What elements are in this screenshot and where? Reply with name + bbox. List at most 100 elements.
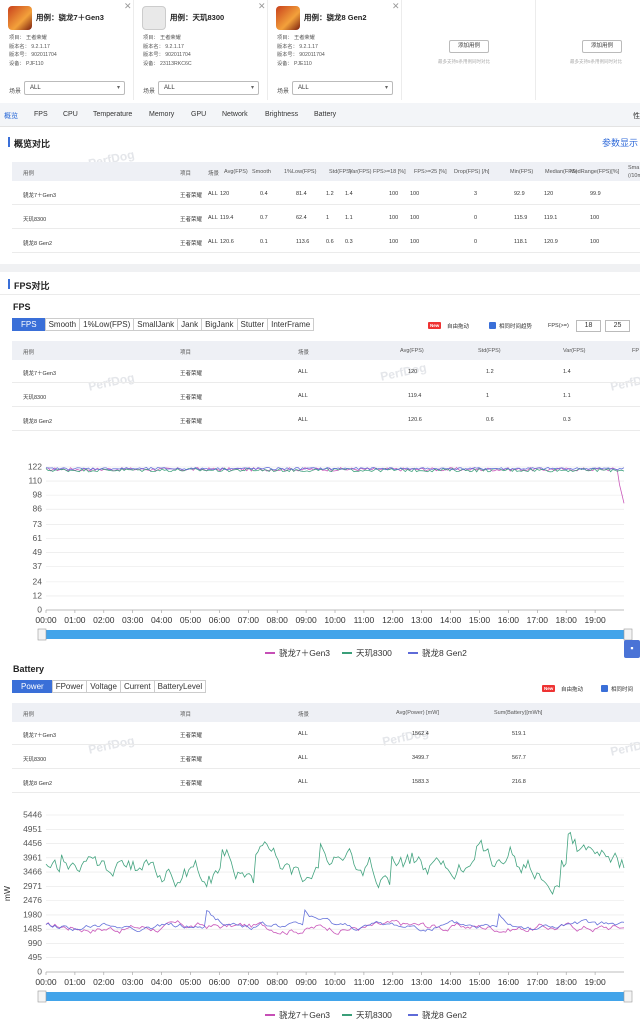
subtab-jank[interactable]: Jank: [177, 318, 203, 331]
tab-memory[interactable]: Memory: [149, 111, 174, 118]
y-tick-label: 61: [33, 533, 43, 543]
range-slider-track: [40, 630, 630, 639]
tab-more[interactable]: 性: [633, 111, 640, 121]
same-time-checkbox[interactable]: [601, 685, 608, 692]
overview-cell: 100: [590, 239, 600, 245]
subtab-1-low-fps-[interactable]: 1%Low(FPS): [79, 318, 135, 331]
fps-cell: 0.3: [563, 417, 571, 423]
subtab-bigjank[interactable]: BigJank: [201, 318, 238, 331]
fps-cell: 王者荣耀: [180, 395, 203, 401]
subtab-voltage[interactable]: Voltage: [86, 680, 121, 693]
overview-cell: 120: [544, 191, 554, 197]
free-drag-toggle[interactable]: 自由拖动: [447, 322, 469, 330]
overview-cell: 王者荣耀: [180, 217, 203, 223]
overview-header-cell: 项目: [180, 171, 192, 177]
subtab-current[interactable]: Current: [119, 680, 155, 693]
overview-header-cell: Min(FPS): [510, 169, 534, 175]
y-tick-label: 3466: [23, 867, 42, 877]
x-tick-label: 00:00: [35, 615, 57, 625]
tab-fps[interactable]: FPS: [34, 111, 48, 118]
fps-table-header: [12, 341, 640, 360]
x-tick-label: 07:00: [238, 615, 260, 625]
same-time-checkbox[interactable]: [489, 322, 496, 329]
new-badge: New: [542, 685, 556, 692]
fps-row-case: 天玑8300: [23, 395, 47, 401]
battery-subtabs: Power FPower Voltage Current BatteryLevel: [12, 680, 207, 693]
battery-table-header: [12, 703, 640, 722]
subtab-interframe[interactable]: InterFrame: [267, 318, 315, 331]
fps-cell: 120.6: [408, 417, 422, 423]
case-card-1: 用例：骁龙7＋Gen3 ✕ 项目： 王者荣耀 版本名： 9.2.1.17 版本号： …: [0, 0, 134, 100]
add-case-button[interactable]: 添加用例: [449, 40, 489, 53]
tab-brightness[interactable]: Brightness: [265, 111, 298, 118]
close-icon[interactable]: ✕: [124, 1, 132, 12]
subtab-power[interactable]: Power: [12, 680, 53, 693]
tab-gpu[interactable]: GPU: [191, 111, 206, 118]
subtab-stutter[interactable]: Stutter: [236, 318, 269, 331]
y-tick-label: 1485: [23, 924, 42, 934]
overview-cell: 100: [389, 191, 399, 197]
overview-header-cell: 用例: [23, 171, 35, 177]
same-time-label: 相同时间趋势: [499, 324, 533, 330]
scene-select[interactable]: ALL ▾: [158, 81, 259, 95]
section-marker: [8, 137, 10, 147]
same-time-label: 相同时间: [611, 687, 634, 693]
row-divider: [12, 768, 640, 769]
subtab-smalljank[interactable]: SmallJank: [133, 318, 179, 331]
overview-cell: 3: [474, 191, 478, 197]
series-line-1: [45, 919, 625, 936]
close-icon[interactable]: ✕: [258, 1, 266, 12]
fps-header-cell: Var(FPS): [563, 348, 586, 354]
subtab-batterylevel[interactable]: BatteryLevel: [153, 680, 207, 693]
overview-cell: 115.9: [514, 215, 528, 221]
overview-cell: ALL: [208, 215, 218, 221]
add-case-button[interactable]: 添加用例: [582, 40, 622, 53]
x-tick-label: 10:00: [324, 977, 346, 987]
x-tick-label: 14:00: [440, 977, 462, 987]
range-slider-handle-right: [623, 990, 633, 1003]
y-tick-label: 495: [28, 952, 42, 962]
battery-cell: ALL: [298, 755, 308, 761]
subtab-fps[interactable]: FPS: [12, 318, 46, 331]
row-divider: [12, 252, 640, 253]
overview-header-cell: 1%Low(FPS): [284, 169, 317, 175]
tab-battery[interactable]: Battery: [314, 111, 336, 118]
close-icon[interactable]: ✕: [392, 1, 400, 12]
tab-overview[interactable]: 概览: [4, 111, 18, 121]
battery-header-cell: 场景: [298, 712, 310, 718]
fps-threshold-label: FPS(>=): [548, 323, 569, 329]
overview-cell: 0.7: [260, 215, 268, 221]
fps-threshold-input-2[interactable]: 25: [605, 320, 630, 332]
y-tick-label: 98: [33, 490, 43, 500]
chat-icon[interactable]: ▪: [624, 640, 640, 658]
scene-select[interactable]: ALL ▾: [292, 81, 393, 95]
overview-cell: 120.6: [220, 239, 234, 245]
legend-label: 天玑8300: [356, 1010, 392, 1020]
scene-select[interactable]: ALL ▾: [24, 81, 125, 95]
tab-network[interactable]: Network: [222, 111, 248, 118]
fps-header-cell: Avg(FPS): [400, 348, 424, 354]
y-tick-label: 4456: [23, 838, 42, 848]
subtab-fpower[interactable]: FPower: [51, 680, 88, 693]
tab-cpu[interactable]: CPU: [63, 111, 78, 118]
subtab-smooth[interactable]: Smooth: [44, 318, 81, 331]
x-tick-label: 08:00: [267, 977, 289, 987]
x-tick-label: 01:00: [64, 615, 86, 625]
case-title: 用例：骁龙8 Gen2: [304, 13, 367, 22]
tab-temperature[interactable]: Temperature: [93, 111, 132, 118]
battery-header-cell: Sum(Battery)[mWh]: [494, 710, 543, 716]
fps-threshold-input-1[interactable]: 18: [576, 320, 601, 332]
overview-cell: 113.6: [296, 239, 310, 245]
scene-label: 场景: [143, 89, 156, 95]
params-display-link[interactable]: 参数显示: [602, 136, 638, 149]
fps-cell: 1.1: [563, 393, 571, 399]
battery-cell: 王者荣耀: [180, 757, 203, 763]
range-slider-track: [40, 992, 630, 1001]
overview-row-case: 天玑8300: [23, 217, 47, 223]
legend-label: 天玑8300: [356, 648, 392, 658]
free-drag-toggle[interactable]: 自由拖动: [561, 685, 583, 693]
case-info: 项目： 王者荣耀 版本名： 9.2.1.17 版本号： 902011704 设备： 2…: [143, 35, 192, 67]
divider: [0, 294, 640, 295]
overview-cell: 81.4: [296, 191, 307, 197]
overview-cell: 100: [410, 191, 420, 197]
